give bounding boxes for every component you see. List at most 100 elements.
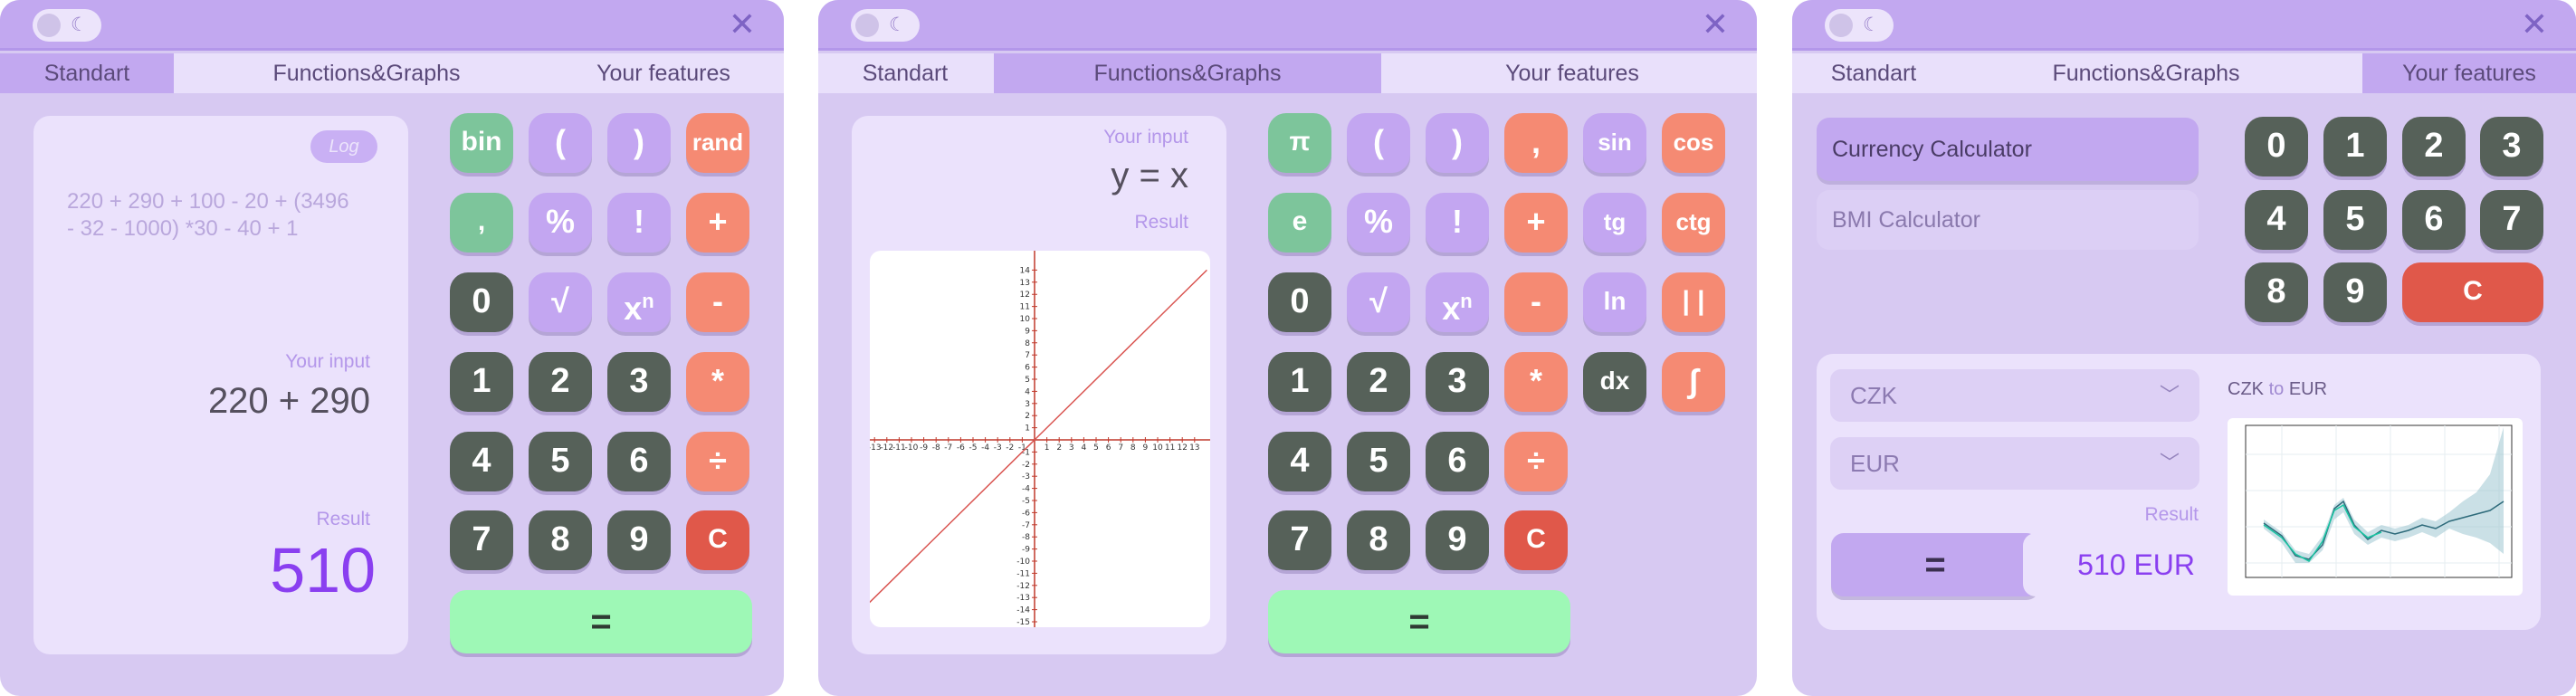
tab-functions-graphs[interactable]: Functions&Graphs	[1970, 53, 2323, 93]
key-power[interactable]: xn	[1426, 272, 1489, 332]
key-power[interactable]: xn	[607, 272, 671, 332]
key-divide[interactable]: ÷	[1504, 432, 1568, 491]
key-comma[interactable]: ,	[450, 193, 513, 253]
key-2[interactable]: 2	[2402, 117, 2466, 176]
key-1[interactable]: 1	[450, 352, 513, 412]
x-tick-label: 8	[1131, 443, 1136, 453]
tab-functions-graphs[interactable]: Functions&Graphs	[994, 53, 1381, 93]
key-6[interactable]: 6	[1426, 432, 1489, 491]
y-tick-label: 1	[1025, 424, 1030, 434]
key-clear[interactable]: C	[2402, 262, 2543, 322]
key-clear[interactable]: C	[686, 510, 749, 570]
close-icon[interactable]: ✕	[726, 9, 758, 42]
key-3[interactable]: 3	[2480, 117, 2543, 176]
key-1[interactable]: 1	[2323, 117, 2387, 176]
key-sqrt[interactable]: √	[529, 272, 592, 332]
result-label: Result	[2144, 504, 2199, 525]
key-ctg[interactable]: ctg	[1662, 193, 1725, 253]
tab-your-features[interactable]: Your features	[543, 53, 784, 93]
key-0[interactable]: 0	[2245, 117, 2308, 176]
key-close-paren[interactable]: )	[1426, 113, 1489, 173]
equals-button[interactable]: =	[1268, 590, 1570, 653]
key-bin[interactable]: bin	[450, 113, 513, 173]
key-8[interactable]: 8	[2245, 262, 2308, 322]
key-plus[interactable]: +	[1504, 193, 1568, 253]
key-clear[interactable]: C	[1504, 510, 1568, 570]
key-cos[interactable]: cos	[1662, 113, 1725, 173]
key-7[interactable]: 7	[2480, 190, 2543, 250]
feature-item-bmi[interactable]: BMI Calculator	[1817, 190, 2199, 250]
key-dx[interactable]: dx	[1583, 352, 1646, 412]
close-icon[interactable]: ✕	[2518, 9, 2551, 42]
key-factorial[interactable]: !	[607, 193, 671, 253]
key-factorial[interactable]: !	[1426, 193, 1489, 253]
feature-item-currency[interactable]: Currency Calculator	[1817, 118, 2199, 181]
tab-standart[interactable]: Standart	[1792, 53, 1955, 93]
key-1[interactable]: 1	[1268, 352, 1331, 412]
key-2[interactable]: 2	[1347, 352, 1410, 412]
theme-toggle[interactable]: ☾	[1825, 9, 1894, 42]
key-open-paren[interactable]: (	[529, 113, 592, 173]
key-multiply[interactable]: *	[1504, 352, 1568, 412]
key-5[interactable]: 5	[1347, 432, 1410, 491]
to-currency-select[interactable]: EUR ﹀	[1830, 437, 2199, 490]
key-sqrt[interactable]: √	[1347, 272, 1410, 332]
key-8[interactable]: 8	[529, 510, 592, 570]
key-plus[interactable]: +	[686, 193, 749, 253]
key-divide[interactable]: ÷	[686, 432, 749, 491]
key-5[interactable]: 5	[2323, 190, 2387, 250]
key-3[interactable]: 3	[1426, 352, 1489, 412]
key-8[interactable]: 8	[1347, 510, 1410, 570]
function-graph: -14-13-12-11-10-9-8-7-6-5-4-3-2-11234567…	[870, 251, 1210, 627]
tab-your-features[interactable]: Your features	[1452, 53, 1693, 93]
graph-area[interactable]: -14-13-12-11-10-9-8-7-6-5-4-3-2-11234567…	[870, 251, 1210, 627]
key-rand[interactable]: rand	[686, 113, 749, 173]
key-close-paren[interactable]: )	[607, 113, 671, 173]
key-2[interactable]: 2	[529, 352, 592, 412]
key-9[interactable]: 9	[2323, 262, 2387, 322]
key-4[interactable]: 4	[450, 432, 513, 491]
equals-button[interactable]: =	[450, 590, 752, 653]
key-pi[interactable]: π	[1268, 113, 1331, 173]
input-label: Your input	[1103, 127, 1188, 148]
theme-toggle[interactable]: ☾	[33, 9, 101, 42]
key-4[interactable]: 4	[2245, 190, 2308, 250]
key-percent[interactable]: %	[1347, 193, 1410, 253]
tab-your-features[interactable]: Your features	[2362, 53, 2576, 93]
key-0[interactable]: 0	[1268, 272, 1331, 332]
key-e[interactable]: e	[1268, 193, 1331, 253]
key-5[interactable]: 5	[529, 432, 592, 491]
tab-standart[interactable]: Standart	[818, 53, 992, 93]
key-3[interactable]: 3	[607, 352, 671, 412]
tab-standart[interactable]: Standart	[0, 53, 174, 93]
tab-functions-graphs[interactable]: Functions&Graphs	[190, 53, 543, 93]
key-minus[interactable]: -	[686, 272, 749, 332]
y-tick-label: -5	[1022, 497, 1030, 506]
theme-toggle[interactable]: ☾	[851, 9, 920, 42]
key-minus[interactable]: -	[1504, 272, 1568, 332]
key-integral[interactable]: ∫	[1662, 352, 1725, 412]
y-tick-label: 7	[1025, 351, 1030, 360]
key-open-paren[interactable]: (	[1347, 113, 1410, 173]
key-7[interactable]: 7	[450, 510, 513, 570]
close-icon[interactable]: ✕	[1699, 9, 1732, 42]
key-ln[interactable]: ln	[1583, 272, 1646, 332]
key-9[interactable]: 9	[607, 510, 671, 570]
key-tg[interactable]: tg	[1583, 193, 1646, 253]
key-6[interactable]: 6	[2402, 190, 2466, 250]
y-tick-label: 13	[1020, 279, 1030, 288]
key-9[interactable]: 9	[1426, 510, 1489, 570]
key-4[interactable]: 4	[1268, 432, 1331, 491]
key-7[interactable]: 7	[1268, 510, 1331, 570]
from-currency-select[interactable]: CZK ﹀	[1830, 369, 2199, 422]
key-0[interactable]: 0	[450, 272, 513, 332]
key-6[interactable]: 6	[607, 432, 671, 491]
y-tick-label: 10	[1020, 315, 1031, 324]
convert-button[interactable]: =	[1831, 533, 2039, 596]
key-comma[interactable]: ,	[1504, 113, 1568, 173]
key-sin[interactable]: sin	[1583, 113, 1646, 173]
log-button[interactable]: Log	[310, 130, 377, 163]
key-multiply[interactable]: *	[686, 352, 749, 412]
key-percent[interactable]: %	[529, 193, 592, 253]
key-abs[interactable]: | |	[1662, 272, 1725, 332]
